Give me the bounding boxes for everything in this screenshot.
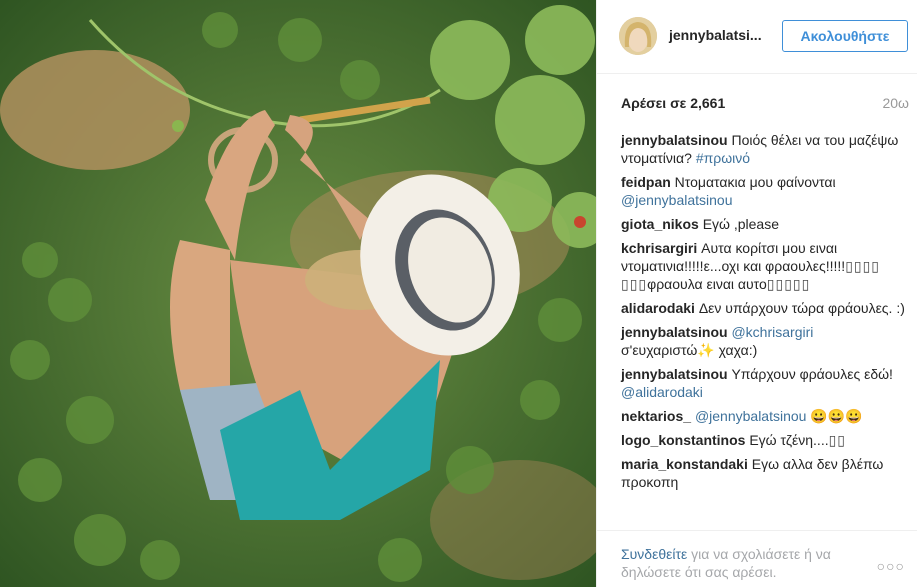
comment-text: σ'ευχαριστώ✨ χαχα:)	[621, 342, 758, 358]
comment-text: 😀😀😀	[806, 408, 863, 424]
comment: giota_nikos Εγώ ,please	[621, 215, 909, 233]
more-options-icon[interactable]: ○○○	[877, 558, 905, 574]
instagram-post-embed: jennybalatsi... Ακολουθήστε Αρέσει σε 2,…	[0, 0, 917, 587]
comment-mention[interactable]: @jennybalatsinou	[621, 192, 733, 208]
comment: nektarios_ @jennybalatsinou 😀😀😀	[621, 407, 909, 425]
comment-text: Εγώ ,please	[702, 216, 779, 232]
comment-text: Υπάρχουν φράουλες εδώ!	[731, 366, 893, 382]
post-header: jennybalatsi... Ακολουθήστε	[597, 0, 917, 74]
login-prompt: Συνδεθείτε για να σχολιάσετε ή να δηλώσε…	[621, 545, 871, 581]
avatar[interactable]	[619, 17, 657, 55]
emoji-placeholder-icon: ▯▯▯▯▯	[766, 276, 811, 292]
post-username[interactable]: jennybalatsi...	[669, 27, 762, 43]
comment-hashtag[interactable]: #πρωινό	[696, 150, 750, 166]
comment-text: Εγώ τζένη....	[749, 432, 829, 448]
comment: jennybalatsinou Υπάρχουν φράουλες εδώ! @…	[621, 365, 909, 401]
likes-row: Αρέσει σε 2,661 20ω	[621, 95, 909, 115]
comment: maria_konstandaki Εγω αλλα δεν βλέπω προ…	[621, 455, 909, 491]
comment: kchrisargiri Αυτα κορίτσι μου ειναι ντομ…	[621, 239, 909, 293]
emoji-placeholder-icon: ▯▯	[828, 432, 847, 448]
comment-username[interactable]: jennybalatsinou	[621, 366, 728, 382]
login-link[interactable]: Συνδεθείτε	[621, 546, 687, 562]
comment-text: Ντοματακια μου φαίνονται	[674, 174, 836, 190]
post-photo[interactable]	[0, 0, 596, 587]
comments-list: jennybalatsinou Ποιός θέλει να του μαζέψ…	[621, 131, 909, 497]
comment-mention[interactable]: @alidarodaki	[621, 384, 703, 400]
comment-username[interactable]: giota_nikos	[621, 216, 699, 232]
comment-text: Δεν υπάρχουν τώρα φράουλες. :)	[698, 300, 905, 316]
comment: logo_konstantinos Εγώ τζένη....▯▯	[621, 431, 909, 449]
comment: alidarodaki Δεν υπάρχουν τώρα φράουλες. …	[621, 299, 909, 317]
comment: feidpan Ντοματακια μου φαίνονται @jennyb…	[621, 173, 909, 209]
follow-button[interactable]: Ακολουθήστε	[782, 20, 908, 52]
photo-illustration	[0, 0, 596, 587]
post-age[interactable]: 20ω	[882, 95, 909, 111]
comment-text-cont: φραουλα ειναι αυτο	[647, 276, 767, 292]
comment-username[interactable]: jennybalatsinou	[621, 132, 728, 148]
comment-username[interactable]: nektarios_	[621, 408, 691, 424]
comment-username[interactable]: feidpan	[621, 174, 671, 190]
comment-mention[interactable]: @kchrisargiri	[731, 324, 813, 340]
comment-username[interactable]: logo_konstantinos	[621, 432, 745, 448]
likes-count[interactable]: Αρέσει σε 2,661	[621, 95, 725, 111]
comment-username[interactable]: maria_konstandaki	[621, 456, 748, 472]
comment: jennybalatsinou @kchrisargiri σ'ευχαριστ…	[621, 323, 909, 359]
post-footer: Συνδεθείτε για να σχολιάσετε ή να δηλώσε…	[597, 530, 917, 587]
avatar-image	[619, 17, 657, 55]
comment-username[interactable]: alidarodaki	[621, 300, 695, 316]
post-side-panel: jennybalatsi... Ακολουθήστε Αρέσει σε 2,…	[596, 0, 917, 587]
comment: jennybalatsinou Ποιός θέλει να του μαζέψ…	[621, 131, 909, 167]
comment-mention[interactable]: @jennybalatsinou	[695, 408, 807, 424]
comment-username[interactable]: jennybalatsinou	[621, 324, 728, 340]
comment-username[interactable]: kchrisargiri	[621, 240, 697, 256]
